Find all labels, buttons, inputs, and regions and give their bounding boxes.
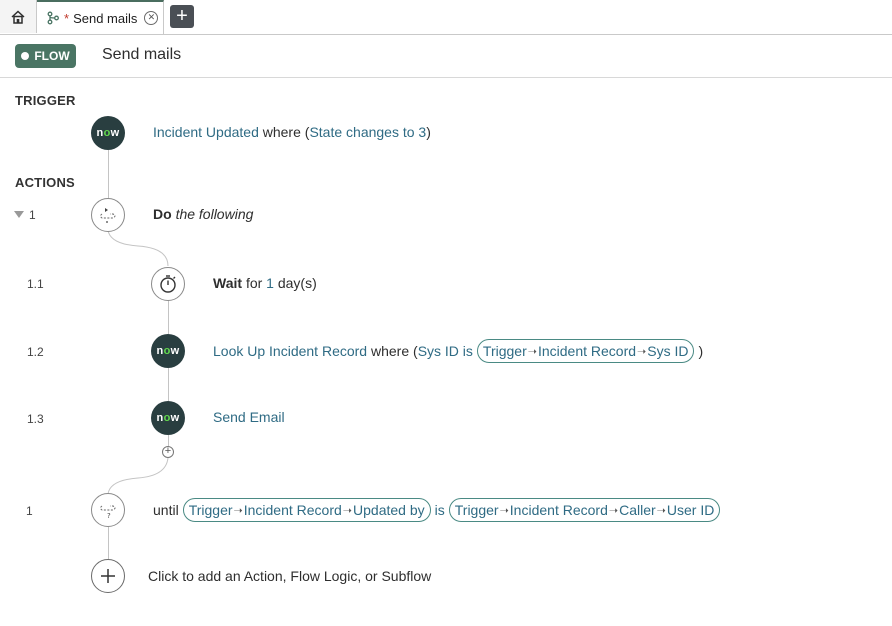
lookup-now-icon[interactable]: now — [151, 334, 185, 368]
until-loop-icon[interactable]: ? — [91, 493, 125, 527]
step-number-1-1: 1.1 — [27, 277, 44, 291]
pill-arrow-icon: ➝ — [342, 504, 353, 517]
data-pill-caller-user-id[interactable]: Trigger ➝ Incident Record ➝ Caller ➝ User ID — [448, 498, 721, 522]
until-word: until — [153, 502, 179, 518]
flow-header: FLOW Send mails — [0, 34, 892, 78]
pill-segment: Updated by — [353, 502, 425, 518]
lookup-row[interactable]: Look Up Incident Record where (Sys ID is… — [213, 339, 703, 363]
step-number-1-2: 1.2 — [27, 345, 44, 359]
add-tab-button[interactable]: + — [170, 5, 194, 28]
do-rest: the following — [175, 206, 254, 222]
pill-arrow-icon: ➝ — [656, 504, 666, 517]
pill-segment: Incident Record — [509, 502, 608, 518]
flow-branch-icon — [47, 11, 59, 25]
send-email-row[interactable]: Send Email — [213, 409, 285, 425]
close-tab-icon[interactable]: ✕ — [144, 11, 159, 25]
pill-segment: Caller — [619, 502, 656, 518]
flow-status-badge: FLOW — [15, 44, 76, 68]
plus-icon — [101, 569, 115, 583]
home-tab[interactable] — [0, 0, 37, 33]
do-block-row[interactable]: Do the following — [153, 206, 253, 222]
step-number-until: 1 — [26, 504, 33, 518]
home-icon — [11, 9, 25, 24]
unsaved-indicator: * — [64, 10, 70, 26]
pill-arrow-icon: ➝ — [233, 504, 243, 517]
pill-segment: Trigger — [482, 343, 527, 359]
until-operator[interactable]: is — [435, 502, 445, 518]
trigger-where: where — [262, 124, 301, 140]
add-action-hint[interactable]: Click to add an Action, Flow Logic, or S… — [148, 568, 431, 584]
status-dot-icon — [21, 52, 30, 60]
pill-segment: Incident Record — [243, 502, 342, 518]
pill-arrow-icon: ➝ — [637, 345, 647, 358]
page-title: Send mails — [102, 46, 182, 63]
flow-badge-label: FLOW — [34, 49, 70, 63]
trigger-name[interactable]: Incident Updated — [153, 124, 259, 140]
until-row[interactable]: until Trigger ➝ Incident Record ➝ Updated by… — [153, 498, 724, 522]
pill-arrow-icon: ➝ — [527, 345, 537, 358]
pill-arrow-icon: ➝ — [608, 504, 619, 517]
pill-arrow-icon: ➝ — [499, 504, 509, 517]
timer-icon[interactable] — [151, 267, 185, 301]
wait-label: Wait — [213, 275, 243, 291]
send-email-name[interactable]: Send Email — [213, 409, 285, 425]
connector-line — [108, 150, 109, 198]
tab-send-mails[interactable]: * Send mails ✕ — [37, 0, 164, 34]
tab-bar: * Send mails ✕ + — [0, 0, 892, 35]
data-pill-updated-by[interactable]: Trigger ➝ Incident Record ➝ Updated by — [182, 498, 431, 522]
connector-line — [168, 300, 169, 334]
actions-section-label: ACTIONS — [15, 175, 75, 190]
step-number-1-3: 1.3 — [27, 412, 44, 426]
data-pill-sys-id[interactable]: Trigger ➝ Incident Record ➝ Sys ID — [476, 339, 695, 363]
connector-line — [168, 368, 169, 401]
tab-title: Send mails — [73, 10, 138, 26]
connector-line — [108, 527, 109, 559]
pill-segment: Trigger — [454, 502, 499, 518]
send-email-now-icon[interactable]: now — [151, 401, 185, 435]
trigger-section-label: TRIGGER — [15, 93, 76, 108]
lookup-name[interactable]: Look Up Incident Record — [213, 343, 367, 359]
wait-unit: day(s) — [277, 275, 317, 291]
connector-curve — [107, 230, 169, 266]
wait-for: for — [245, 275, 263, 291]
add-action-button[interactable] — [91, 559, 125, 593]
collapse-caret-icon[interactable] — [14, 211, 24, 218]
connector-curve — [107, 458, 169, 494]
wait-row[interactable]: Wait for 1 day(s) — [213, 275, 317, 291]
do-label: Do — [153, 206, 172, 222]
wait-value[interactable]: 1 — [266, 275, 274, 291]
trigger-now-icon[interactable]: now — [91, 116, 125, 150]
step-number-1: 1 — [29, 208, 36, 222]
pill-segment: Sys ID — [647, 343, 689, 359]
add-step-plus-icon[interactable]: + — [162, 446, 174, 458]
trigger-row[interactable]: Incident Updated where (State changes to… — [153, 124, 431, 140]
do-until-loop-icon[interactable] — [91, 198, 125, 232]
trigger-condition[interactable]: State changes to 3 — [309, 124, 426, 140]
pill-segment: Incident Record — [537, 343, 637, 359]
lookup-field[interactable]: Sys ID is — [418, 343, 473, 359]
lookup-where: where — [370, 343, 410, 359]
svg-text:?: ? — [107, 512, 111, 520]
pill-segment: Trigger — [188, 502, 233, 518]
pill-segment: User ID — [666, 502, 715, 518]
